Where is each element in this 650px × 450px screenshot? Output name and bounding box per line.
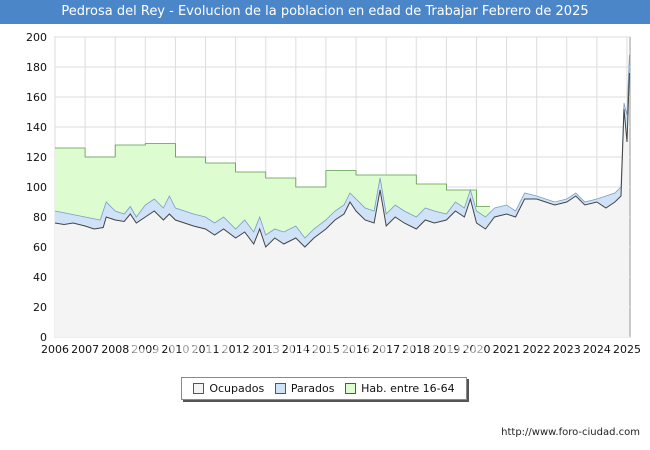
legend-swatch-hab — [345, 383, 357, 394]
y-axis: 020406080100120140160180200 — [26, 31, 47, 344]
y-tick-label-100: 100 — [26, 181, 47, 194]
legend-label-hab: Hab. entre 16-64 — [361, 382, 455, 395]
legend-label-parados: Parados — [290, 382, 335, 395]
y-tick-label-180: 180 — [26, 61, 47, 74]
x-tick-label-2008: 2008 — [101, 343, 129, 356]
legend-swatch-ocupados — [193, 383, 205, 394]
legend-item-parados: Parados — [274, 382, 335, 395]
x-tick-label-2024: 2024 — [583, 343, 611, 356]
legend-item-ocupados: Ocupados — [193, 382, 264, 395]
legend-item-hab: Hab. entre 16-64 — [345, 382, 455, 395]
legend: Ocupados Parados Hab. entre 16-64 — [181, 377, 467, 400]
x-tick-label-2021: 2021 — [493, 343, 521, 356]
x-tick-label-2007: 2007 — [71, 343, 99, 356]
y-tick-label-200: 200 — [26, 31, 47, 44]
y-tick-label-160: 160 — [26, 91, 47, 104]
x-tick-label-2025: 2025 — [613, 343, 641, 356]
y-tick-label-80: 80 — [33, 211, 47, 224]
legend-label-ocupados: Ocupados — [209, 382, 265, 395]
x-tick-label-2006: 2006 — [41, 343, 69, 356]
y-tick-label-140: 140 — [26, 121, 47, 134]
legend-swatch-parados — [274, 383, 286, 394]
credit-link[interactable]: http://www.foro-ciudad.com — [501, 427, 640, 438]
x-tick-label-2022: 2022 — [523, 343, 551, 356]
y-tick-label-120: 120 — [26, 151, 47, 164]
watermark: FORO-CIUDAD.COM — [130, 336, 487, 371]
chart-title: Pedrosa del Rey - Evolucion de la poblac… — [0, 0, 650, 24]
y-tick-label-40: 40 — [33, 271, 47, 284]
x-tick-label-2023: 2023 — [553, 343, 581, 356]
y-tick-label-60: 60 — [33, 241, 47, 254]
y-tick-label-20: 20 — [33, 301, 47, 314]
